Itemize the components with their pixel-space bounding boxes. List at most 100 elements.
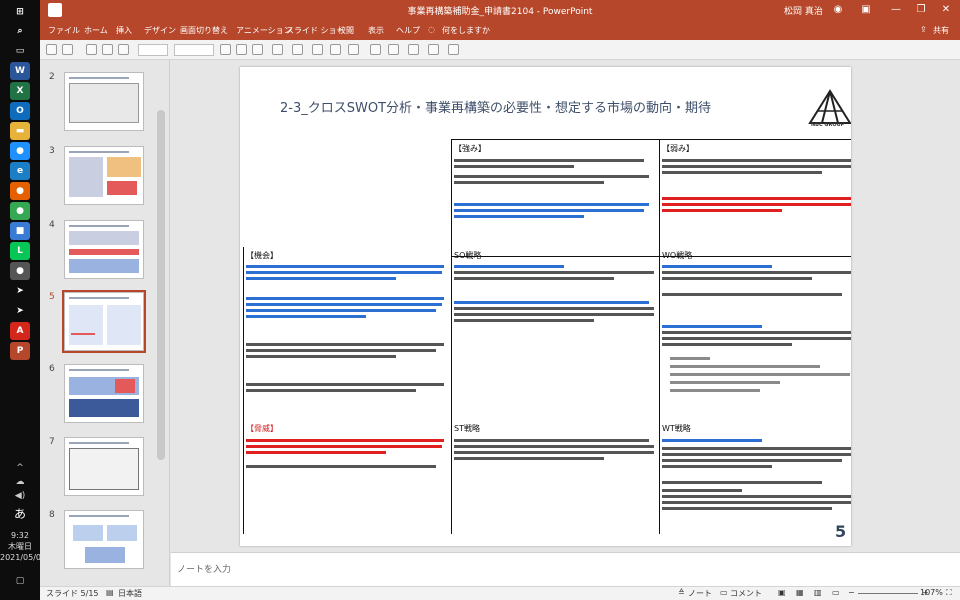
excel-app-icon[interactable]: X [10, 82, 30, 100]
tab-slideshow[interactable]: スライド ショー [286, 25, 345, 36]
ime-indicator[interactable]: あ [0, 505, 40, 522]
tab-help[interactable]: ヘルプ [396, 25, 420, 36]
zoom-slider[interactable] [858, 593, 918, 594]
bold-icon[interactable] [220, 44, 231, 55]
edge-browser-icon[interactable]: e [10, 162, 30, 180]
font-color-icon[interactable] [292, 44, 303, 55]
windows-start-icon[interactable]: ⊞ [10, 3, 30, 21]
align-right-icon[interactable] [348, 44, 359, 55]
normal-view-icon[interactable]: ▣ [778, 588, 786, 597]
app-icon[interactable]: ● [10, 142, 30, 160]
redo-icon[interactable] [86, 44, 97, 55]
slide-thumbnail-2[interactable] [64, 72, 144, 131]
save-icon[interactable] [46, 44, 57, 55]
minimize-icon[interactable]: — [888, 2, 904, 18]
numbering-icon[interactable] [388, 44, 399, 55]
tab-insert[interactable]: 挿入 [116, 25, 132, 36]
zoom-level[interactable]: 107% [920, 588, 943, 597]
wo-strategy-heading[interactable]: WO戦略 [662, 250, 692, 261]
threats-heading[interactable]: 【脅威】 [246, 423, 278, 434]
send-icon[interactable]: ➤ [10, 282, 30, 300]
text-line [670, 389, 760, 392]
comments-icon[interactable]: ▭ [720, 588, 728, 597]
slide-thumbnail-5[interactable] [62, 290, 146, 353]
text-direction-icon[interactable] [428, 44, 439, 55]
cloud-icon[interactable]: ☁ [0, 477, 40, 487]
weaknesses-heading[interactable]: 【弱み】 [662, 143, 694, 154]
share-button[interactable]: 共有 [933, 25, 949, 36]
text-line [454, 165, 574, 168]
reading-view-icon[interactable]: ▥ [814, 588, 822, 597]
outlook-app-icon[interactable]: O [10, 102, 30, 120]
strikethrough-icon[interactable] [272, 44, 283, 55]
align-center-icon[interactable] [330, 44, 341, 55]
share-icon[interactable]: ⇪ [920, 25, 927, 34]
current-slide[interactable]: 2-3_クロスSWOT分析・事業再構築の必要性・想定する市場の動向・期待 NBC… [240, 67, 851, 546]
tab-design[interactable]: デザイン [144, 25, 176, 36]
text-line [454, 319, 594, 322]
send-icon-2[interactable]: ➤ [10, 302, 30, 320]
user-name[interactable]: 松岡 真治 [784, 4, 823, 17]
slide-editing-area: 2-3_クロスSWOT分析・事業再構築の必要性・想定する市場の動向・期待 NBC… [171, 60, 960, 552]
opportunities-heading[interactable]: 【機会】 [246, 250, 278, 261]
tab-transitions[interactable]: 画面切り替え [180, 25, 228, 36]
notes-button[interactable]: ノート [688, 588, 712, 599]
tab-home[interactable]: ホーム [84, 25, 108, 36]
taskbar-clock[interactable]: 9:32 木曜日 2021/05/06 [0, 530, 46, 563]
chevron-up-icon[interactable]: ^ [0, 463, 40, 473]
zoom-out-icon[interactable]: − [848, 588, 855, 597]
word-app-icon[interactable]: W [10, 62, 30, 80]
task-view-icon[interactable]: ▭ [10, 42, 30, 60]
notes-pane[interactable]: ノートを入力 [171, 552, 960, 586]
app-icon-2[interactable]: ■ [10, 222, 30, 240]
indent-icon[interactable] [408, 44, 419, 55]
chrome-browser-icon[interactable]: ● [10, 202, 30, 220]
line-app-icon[interactable]: L [10, 242, 30, 260]
slide-thumbnail-7[interactable] [64, 437, 144, 496]
tab-review[interactable]: 校閲 [338, 25, 354, 36]
language-indicator[interactable]: 日本語 [118, 588, 142, 599]
ribbon-display-icon[interactable]: ▣ [858, 2, 874, 18]
volume-icon[interactable]: ◀) [0, 491, 40, 501]
app-icon-3[interactable]: ● [10, 262, 30, 280]
align-left-icon[interactable] [312, 44, 323, 55]
fit-to-window-icon[interactable]: ⛶ [946, 588, 952, 598]
slide-title[interactable]: 2-3_クロスSWOT分析・事業再構築の必要性・想定する市場の動向・期待 [280, 97, 711, 116]
slide-thumbnail-8[interactable] [64, 510, 144, 569]
slide-sorter-icon[interactable]: ▦ [796, 588, 804, 597]
comments-button[interactable]: コメント [730, 588, 762, 599]
firefox-browser-icon[interactable]: ● [10, 182, 30, 200]
tab-view[interactable]: 表示 [368, 25, 384, 36]
shapes-icon[interactable] [448, 44, 459, 55]
thumbnail-scrollbar[interactable] [157, 110, 165, 460]
tell-me-search[interactable]: 何をしますか [442, 25, 490, 36]
text-line [454, 451, 654, 454]
strengths-heading[interactable]: 【強み】 [454, 143, 486, 154]
notification-icon[interactable]: ▢ [0, 576, 40, 586]
file-explorer-icon[interactable]: ▬ [10, 122, 30, 140]
undo-icon[interactable] [62, 44, 73, 55]
new-slide-icon[interactable] [102, 44, 113, 55]
acrobat-app-icon[interactable]: A [10, 322, 30, 340]
tab-file[interactable]: ファイル [48, 25, 80, 36]
notes-icon[interactable]: ≙ [678, 588, 685, 597]
italic-icon[interactable] [236, 44, 247, 55]
font-size-box[interactable] [174, 44, 214, 56]
slide-thumbnail-6[interactable] [64, 364, 144, 423]
bullets-icon[interactable] [370, 44, 381, 55]
powerpoint-app-icon[interactable]: P [10, 342, 30, 360]
slide-thumbnail-3[interactable] [64, 146, 144, 205]
close-icon[interactable]: ✕ [938, 2, 954, 18]
font-name-box[interactable] [138, 44, 168, 56]
wt-strategy-heading[interactable]: WT戦略 [662, 423, 691, 434]
slideshow-icon[interactable]: ▭ [832, 588, 840, 597]
layout-icon[interactable] [118, 44, 129, 55]
avatar-icon[interactable]: ◉ [830, 2, 846, 18]
tab-animations[interactable]: アニメーション [236, 25, 292, 36]
restore-icon[interactable]: ❐ [913, 2, 929, 18]
st-strategy-heading[interactable]: ST戦略 [454, 423, 480, 434]
underline-icon[interactable] [252, 44, 263, 55]
slide-thumbnail-4[interactable] [64, 220, 144, 279]
search-icon[interactable]: ⌕ [10, 22, 30, 40]
so-strategy-heading[interactable]: SO戦略 [454, 250, 481, 261]
